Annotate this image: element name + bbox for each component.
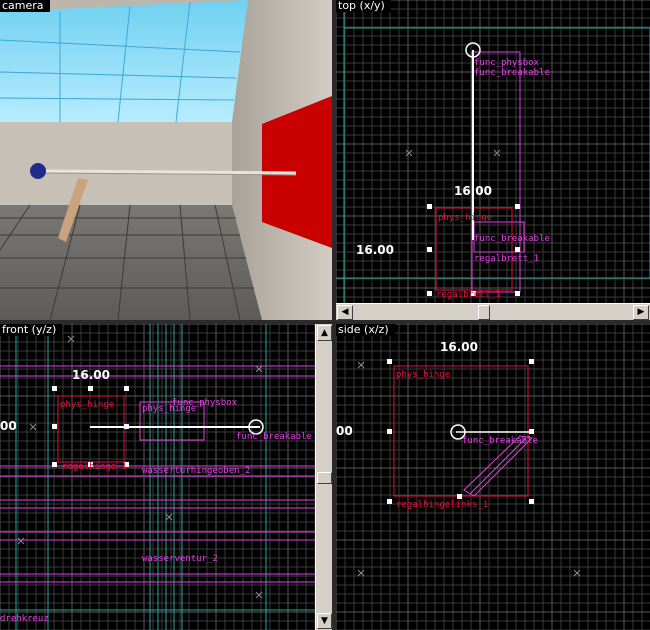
front-grid <box>0 324 316 630</box>
top-entity-label: phys_hinge <box>438 213 493 223</box>
scroll-down-button[interactable]: ▼ <box>317 613 332 629</box>
front-label: front (y/z) <box>0 324 63 336</box>
front-dim: 16.00 <box>72 368 110 382</box>
scroll-thumb[interactable] <box>317 472 332 484</box>
camera-viewport[interactable]: camera <box>0 0 332 320</box>
side-viewport[interactable]: side (x/z) 16.00 00 phys_hinge func_brea… <box>336 324 650 630</box>
side-entity-label: phys_hinge <box>396 370 451 380</box>
top-label: top (x/y) <box>336 0 391 12</box>
top-entity-label: regalbrett_1 <box>474 254 540 264</box>
top-dim-x: 16.00 <box>454 184 492 198</box>
front-entity-label: phys_hinge <box>60 400 115 410</box>
top-viewport[interactable]: top (x/y) 16.00 16.00 func_physbox func_… <box>336 0 650 320</box>
top-entity-label: func_breakable <box>474 68 550 78</box>
side-edge-label: 00 <box>336 424 353 438</box>
front-entity-label: wasserturhingeoben_2 <box>142 466 251 476</box>
front-entity-label: func_physbox <box>172 398 238 408</box>
top-entity-label: func_physbox <box>474 58 540 68</box>
front-entity-label: wasserventur_2 <box>142 554 218 564</box>
top-horizontal-scrollbar[interactable]: ◀ ▶ <box>336 303 650 320</box>
side-label: side (x/z) <box>336 324 395 336</box>
top-dim-y: 16.00 <box>356 243 394 257</box>
scroll-left-button[interactable]: ◀ <box>337 305 353 320</box>
front-entity-label: drehkreuz <box>0 614 49 624</box>
side-entity-label: func_breakable <box>462 436 538 446</box>
scroll-up-button[interactable]: ▲ <box>317 325 332 341</box>
side-grid <box>336 324 650 630</box>
front-viewport[interactable]: front (y/z) 16.00 00 phys_hinge phys_hin… <box>0 324 332 630</box>
camera-scene <box>0 0 332 320</box>
top-entity-label: func_breakable <box>474 234 550 244</box>
front-edge-label: 00 <box>0 419 17 433</box>
camera-label: camera <box>0 0 50 12</box>
scroll-right-button[interactable]: ▶ <box>633 305 649 320</box>
top-entity-label: regalbrett_1 <box>436 290 502 300</box>
side-dim: 16.00 <box>440 340 478 354</box>
side-entity-label: regalhingelinks_1 <box>396 500 489 510</box>
scroll-thumb[interactable] <box>478 305 490 320</box>
front-vertical-scrollbar[interactable]: ▲ ▼ <box>315 324 332 630</box>
front-entity-label: regalhinge_1 <box>62 462 128 472</box>
front-entity-label: func_breakable <box>236 432 312 442</box>
